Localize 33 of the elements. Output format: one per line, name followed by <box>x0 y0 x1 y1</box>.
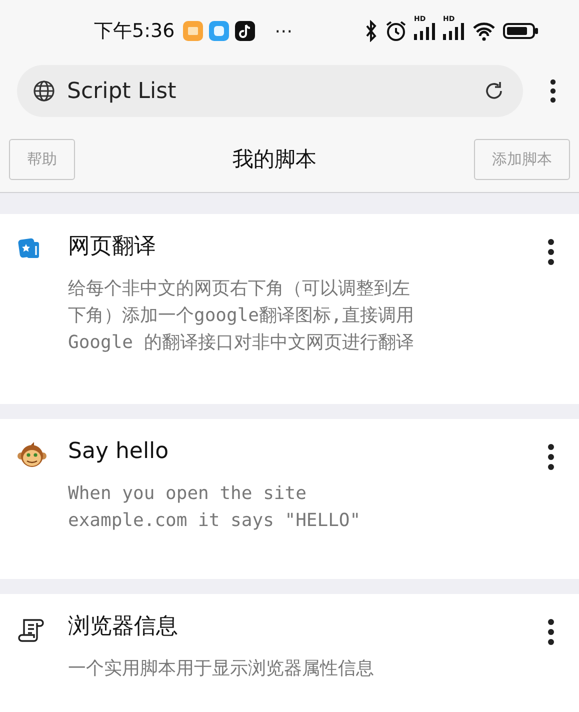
help-button[interactable]: 帮助 <box>9 138 75 180</box>
scroll-icon <box>17 616 47 644</box>
page-title: Script List <box>67 78 178 104</box>
description-line: example.com it says "HELLO" <box>68 509 361 533</box>
alarm-icon <box>385 20 407 42</box>
script-name: 浏览器信息 <box>68 613 179 641</box>
more-options-icon[interactable] <box>547 443 555 471</box>
music-note-icon <box>234 21 255 41</box>
description-line: When you open the site <box>68 482 306 506</box>
description-line: Google 的翻译接口对非中文网页进行翻译 <box>68 331 414 355</box>
reload-icon[interactable] <box>483 80 505 102</box>
more-options-icon[interactable] <box>547 618 555 646</box>
bluetooth-icon <box>364 20 378 42</box>
script-name: Say hello <box>68 438 170 466</box>
app-icon <box>208 21 229 41</box>
address-bar[interactable]: Script List <box>17 65 523 117</box>
menu-icon[interactable] <box>549 78 557 104</box>
globe-icon <box>33 80 55 102</box>
monkey-icon <box>17 441 47 469</box>
script-name: 网页翻译 <box>68 233 157 261</box>
wifi-icon <box>472 21 496 41</box>
description-line: 下角）添加一个google翻译图标,直接调用 <box>68 304 414 328</box>
more-options-icon[interactable] <box>547 238 555 266</box>
clock-time: 下午5:36 <box>94 19 175 44</box>
description-line: 给每个非中文的网页右下角（可以调整到左 <box>68 277 410 301</box>
battery-icon <box>503 22 539 40</box>
signal-icon <box>443 22 465 40</box>
add-script-button[interactable]: 添加脚本 <box>474 138 570 180</box>
signal-icon <box>414 22 436 40</box>
more-notifications: ⋯ <box>274 20 293 42</box>
description-line: 一个实用脚本用于显示浏览器属性信息 <box>68 657 374 681</box>
app-icon <box>182 21 203 41</box>
page-heading: 我的脚本 <box>232 146 316 173</box>
